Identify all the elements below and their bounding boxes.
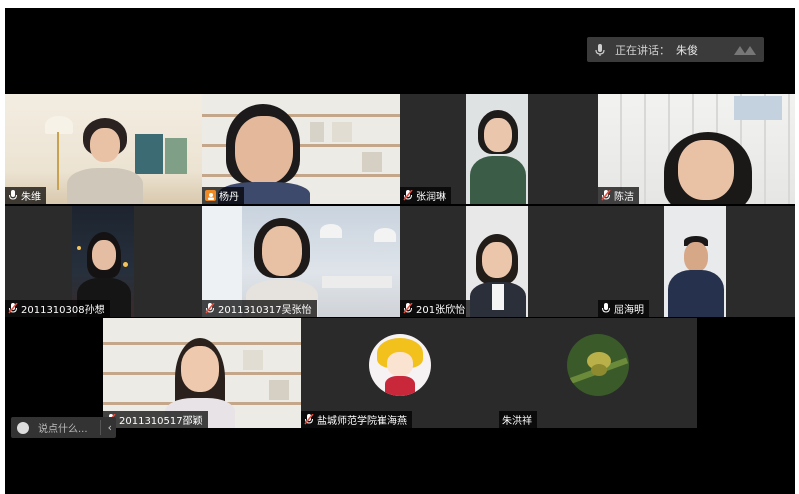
video-tile-6[interactable]: 2011310317吴张怡 (202, 206, 400, 317)
participant-nametag: 2011310308孙想 (5, 300, 110, 317)
participant-name: 2011310317吴张怡 (218, 305, 312, 316)
microphone-muted-icon (304, 414, 314, 425)
participant-name: 2011310517邵颖 (119, 416, 203, 427)
participant-name: 盐城师范学院崔海燕 (317, 416, 407, 427)
participant-nametag: 盐城师范学院崔海燕 (301, 411, 412, 428)
participant-name: 201张欣怡 (416, 305, 466, 316)
video-tile-7[interactable]: 201张欣怡 (400, 206, 598, 317)
participant-nametag: 陈洁 (598, 187, 639, 204)
participant-nametag: 2011310317吴张怡 (202, 300, 317, 317)
microphone-muted-icon (8, 303, 18, 314)
speaking-indicator: 正在讲话： 朱俊 (587, 37, 764, 62)
participant-nametag: 屈海明 (598, 300, 649, 317)
video-tile-4[interactable]: 陈洁 (598, 94, 795, 204)
nature-avatar (567, 334, 629, 396)
meeting-window: 正在讲话： 朱俊 朱维 杨丹 张润琳 陈洁 2011310308孙想 20113… (5, 8, 795, 494)
window-top-strip (0, 0, 799, 8)
chat-divider (100, 420, 101, 435)
camera-icon (205, 190, 216, 201)
participant-nametag: 2011310517邵颖 (103, 411, 208, 428)
cartoon-avatar (369, 334, 431, 396)
video-tile-8[interactable]: 屈海明 (598, 206, 795, 317)
microphone-icon (9, 190, 17, 200)
collapse-chat-icon[interactable]: ‹ (108, 421, 112, 434)
participant-name: 朱洪祥 (502, 416, 532, 427)
microphone-icon (602, 303, 610, 313)
microphone-muted-icon (403, 303, 413, 314)
participant-name: 屈海明 (614, 305, 644, 316)
speaking-name: 朱俊 (676, 43, 698, 57)
microphone-muted-icon (403, 190, 413, 201)
video-tile-10[interactable]: 盐城师范学院崔海燕 (301, 318, 499, 428)
video-tile-1[interactable]: 朱维 (5, 94, 202, 204)
video-tile-5[interactable]: 2011310308孙想 (5, 206, 202, 317)
participant-name: 朱维 (21, 192, 41, 203)
participant-name: 杨丹 (219, 192, 239, 203)
video-tile-11[interactable]: 朱洪祥 (499, 318, 697, 428)
participant-name: 张润琳 (416, 192, 446, 203)
participant-nametag: 201张欣怡 (400, 300, 471, 317)
microphone-muted-icon (205, 303, 215, 314)
video-tile-9[interactable]: 2011310517邵颖 (103, 318, 301, 428)
participant-name: 陈洁 (614, 192, 634, 203)
speaking-label: 正在讲话： (615, 43, 670, 57)
emoji-icon[interactable] (17, 421, 29, 434)
video-tile-2[interactable]: 杨丹 (202, 94, 400, 204)
video-tile-3[interactable]: 张润琳 (400, 94, 598, 204)
participant-nametag: 朱洪祥 (499, 411, 537, 428)
participant-name: 2011310308孙想 (21, 305, 105, 316)
grid-view-icon[interactable] (732, 42, 758, 57)
participant-nametag: 张润琳 (400, 187, 451, 204)
chat-placeholder: 说点什么... (38, 424, 88, 435)
microphone-icon (595, 43, 605, 56)
chat-input-bar[interactable]: 说点什么... ‹ (11, 417, 116, 438)
microphone-muted-icon (601, 190, 611, 201)
participant-nametag: 杨丹 (202, 187, 244, 204)
participant-nametag: 朱维 (5, 187, 46, 204)
